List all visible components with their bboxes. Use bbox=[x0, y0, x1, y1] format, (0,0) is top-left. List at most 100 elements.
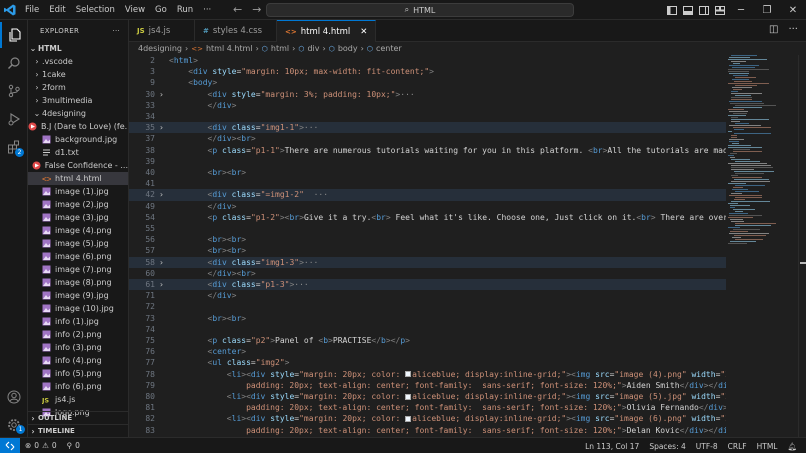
breadcrumb-item[interactable]: html bbox=[271, 44, 289, 53]
code-line[interactable]: 81 padding: 20px; text-align: center; fo… bbox=[129, 402, 726, 413]
problems-indicator[interactable]: ⊗ 0 ⚠ 0 bbox=[20, 441, 62, 450]
file-item[interactable]: image (9).jpg bbox=[28, 289, 128, 302]
search-view-icon[interactable] bbox=[0, 50, 28, 76]
menu-item[interactable]: Go bbox=[150, 0, 172, 20]
fold-chevron-icon[interactable]: › bbox=[159, 279, 164, 290]
file-item[interactable]: image (5).jpg bbox=[28, 237, 128, 250]
code-line[interactable]: 58 › <div class="img1-3">··· bbox=[129, 256, 726, 268]
toggle-secondary-sidebar-icon[interactable] bbox=[696, 0, 712, 20]
customize-layout-icon[interactable] bbox=[712, 0, 728, 20]
menu-item[interactable]: Run bbox=[172, 0, 198, 20]
code-editor[interactable]: 2 <html> 3 <div style="margin: 10px; max-w… bbox=[129, 55, 726, 437]
file-item[interactable]: image (6).png bbox=[28, 250, 128, 263]
fold-chevron-icon[interactable]: › bbox=[159, 257, 164, 268]
code-line[interactable]: 55 bbox=[129, 223, 726, 234]
code-line[interactable]: 76 <center> bbox=[129, 346, 726, 357]
file-item[interactable]: False Confidence - ... bbox=[28, 159, 128, 172]
file-item[interactable]: info (5).png bbox=[28, 367, 128, 380]
code-line[interactable]: 73 <br><br> bbox=[129, 313, 726, 324]
editor-tab[interactable]: # styles 4.css bbox=[195, 20, 277, 42]
code-line[interactable]: 49 </div> bbox=[129, 201, 726, 212]
breadcrumb-item[interactable]: body bbox=[338, 44, 358, 53]
file-item[interactable]: background.jpg bbox=[28, 133, 128, 146]
code-line[interactable]: 39 bbox=[129, 156, 726, 167]
code-line[interactable]: 56 <br><br> bbox=[129, 234, 726, 245]
vertical-scrollbar[interactable] bbox=[798, 55, 806, 437]
code-line[interactable]: 35 › <div class="img1-1">··· bbox=[129, 122, 726, 134]
file-item[interactable]: image (4).png bbox=[28, 224, 128, 237]
file-item[interactable]: image (1).jpg bbox=[28, 185, 128, 198]
code-line[interactable]: 38 <p class="p1-1">There are numerous tu… bbox=[129, 145, 726, 156]
menu-item[interactable]: Edit bbox=[44, 0, 70, 20]
run-debug-icon[interactable] bbox=[0, 106, 28, 132]
breadcrumb-item[interactable]: center bbox=[376, 44, 402, 53]
indentation[interactable]: Spaces: 4 bbox=[644, 442, 690, 451]
source-control-icon[interactable] bbox=[0, 78, 28, 104]
fold-chevron-icon[interactable]: › bbox=[159, 89, 164, 100]
split-editor-icon[interactable]: ◫ bbox=[769, 24, 778, 35]
code-line[interactable]: 3 <div style="margin: 10px; max-width: f… bbox=[129, 66, 726, 77]
toggle-primary-sidebar-icon[interactable] bbox=[664, 0, 680, 20]
outline-section[interactable]: › OUTLINE bbox=[28, 411, 128, 424]
ports-indicator[interactable]: ⚲ 0 bbox=[62, 441, 85, 450]
menu-item[interactable]: View bbox=[120, 0, 150, 20]
code-line[interactable]: 83 padding: 20px; text-align: center; fo… bbox=[129, 425, 726, 436]
file-item[interactable]: info (4).png bbox=[28, 354, 128, 367]
extensions-icon[interactable]: 2 bbox=[0, 134, 28, 160]
forward-arrow-icon[interactable]: → bbox=[252, 3, 261, 16]
code-line[interactable]: 71 </div> bbox=[129, 290, 726, 301]
language-mode[interactable]: HTML bbox=[752, 442, 783, 451]
more-editor-actions-icon[interactable]: ··· bbox=[788, 24, 798, 35]
more-actions-icon[interactable]: ··· bbox=[112, 27, 120, 35]
explorer-icon[interactable] bbox=[0, 22, 28, 48]
code-line[interactable]: 60 </div><br> bbox=[129, 268, 726, 279]
settings-gear-icon[interactable]: 1 bbox=[0, 412, 28, 438]
file-item[interactable]: info (2).png bbox=[28, 328, 128, 341]
code-line[interactable]: 30 › <div style="margin: 3%; padding: 10p… bbox=[129, 89, 726, 100]
menu-item[interactable]: Selection bbox=[71, 0, 120, 20]
close-tab-icon[interactable]: ✕ bbox=[360, 27, 367, 37]
code-line[interactable]: 75 <p class="p2">Panel of <b>PRACTISE</b… bbox=[129, 335, 726, 346]
file-item[interactable]: d1.txt bbox=[28, 146, 128, 159]
editor-tab[interactable]: <> html 4.html ✕ bbox=[277, 20, 377, 42]
code-line[interactable]: 80 <li><div style="margin: 20px; color: … bbox=[129, 391, 726, 402]
encoding[interactable]: UTF-8 bbox=[691, 442, 723, 451]
menu-item[interactable]: File bbox=[20, 0, 44, 20]
folder-item[interactable]: ⌄ 4designing bbox=[28, 107, 128, 120]
file-item[interactable]: image (10).jpg bbox=[28, 302, 128, 315]
folder-item[interactable]: › .vscode bbox=[28, 55, 128, 68]
file-item[interactable]: <> html 4.html bbox=[28, 172, 128, 185]
code-line[interactable]: 9 <body> bbox=[129, 77, 726, 88]
file-item[interactable]: image (3).jpg bbox=[28, 211, 128, 224]
remote-indicator-icon[interactable] bbox=[0, 437, 20, 453]
menu-item[interactable]: ··· bbox=[198, 0, 216, 20]
file-item[interactable]: image (8).png bbox=[28, 276, 128, 289]
file-item[interactable]: info (6).png bbox=[28, 380, 128, 393]
code-line[interactable]: 61 › <div class="p1-3">··· bbox=[129, 279, 726, 291]
file-item[interactable]: image (2).jpg bbox=[28, 198, 128, 211]
breadcrumb-item[interactable]: html 4.html bbox=[206, 44, 253, 53]
fold-chevron-icon[interactable]: › bbox=[159, 189, 164, 200]
code-line[interactable]: 78 <li><div style="margin: 20px; color: … bbox=[129, 369, 726, 380]
back-arrow-icon[interactable]: ← bbox=[233, 3, 242, 16]
file-item[interactable]: image (7).png bbox=[28, 263, 128, 276]
code-line[interactable]: 74 bbox=[129, 324, 726, 335]
code-line[interactable]: 2 <html> bbox=[129, 55, 726, 66]
code-line[interactable]: 72 bbox=[129, 301, 726, 312]
toggle-panel-icon[interactable] bbox=[680, 0, 696, 20]
breadcrumb-item[interactable]: div bbox=[307, 44, 319, 53]
code-line[interactable]: 57 <br><br> bbox=[129, 245, 726, 256]
file-item[interactable]: info (3).png bbox=[28, 341, 128, 354]
code-line[interactable]: 40 <br><br> bbox=[129, 167, 726, 178]
close-button[interactable]: ✕ bbox=[780, 0, 806, 20]
minimap[interactable] bbox=[726, 55, 798, 437]
code-line[interactable]: 42 › <div class="=img1-2" ··· bbox=[129, 189, 726, 201]
folder-item[interactable]: › 2form bbox=[28, 81, 128, 94]
code-line[interactable]: 41 bbox=[129, 178, 726, 189]
file-item[interactable]: JS js4.js bbox=[28, 393, 128, 406]
editor-tab[interactable]: JS js4.js bbox=[129, 20, 195, 42]
code-line[interactable]: 37 </div><br> bbox=[129, 133, 726, 144]
minimize-button[interactable]: ─ bbox=[728, 0, 754, 20]
end-of-line[interactable]: CRLF bbox=[723, 442, 752, 451]
file-item[interactable]: info (1).jpg bbox=[28, 315, 128, 328]
